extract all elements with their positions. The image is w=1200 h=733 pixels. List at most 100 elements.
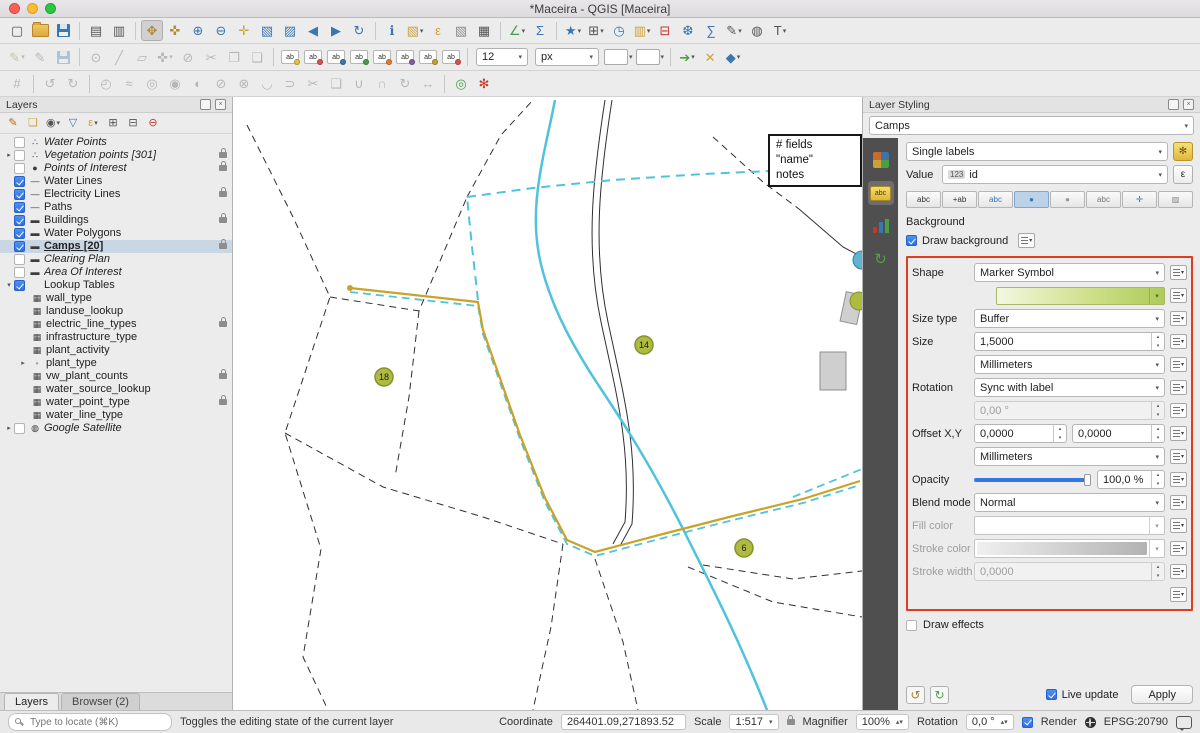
preview-data-defined-button[interactable]: ▾ bbox=[1170, 288, 1187, 303]
layer-labeling-options[interactable] bbox=[279, 47, 301, 68]
history-tab[interactable]: ↻ bbox=[868, 247, 894, 271]
locate-search[interactable] bbox=[8, 713, 172, 731]
layer-item-paths[interactable]: —Paths bbox=[0, 201, 232, 214]
select-by-expression[interactable]: ε bbox=[427, 20, 449, 41]
expand-all[interactable]: ⊞ bbox=[104, 115, 122, 132]
offset-x-y-y-spinbox[interactable]: 0,0000▴▾ bbox=[1072, 424, 1165, 443]
tab-buffer[interactable]: abc bbox=[978, 191, 1013, 208]
add-point-feature[interactable]: ⊙ bbox=[85, 47, 107, 68]
layer-visibility-checkbox[interactable] bbox=[14, 215, 25, 226]
zoom-out[interactable]: ⊖ bbox=[210, 20, 232, 41]
layer-item-electricity-lines[interactable]: —Electricity Lines bbox=[0, 188, 232, 201]
manage-map-themes[interactable]: ◉▾ bbox=[44, 115, 62, 132]
combo-data-defined-button[interactable]: ▾ bbox=[1170, 357, 1187, 372]
pan-to-selection[interactable]: ✜ bbox=[164, 20, 186, 41]
tab-text[interactable]: abc bbox=[906, 191, 941, 208]
enable-advanced-digitizing[interactable]: # bbox=[6, 73, 28, 94]
layer-visibility-checkbox[interactable] bbox=[14, 423, 25, 434]
shape-combo[interactable]: Marker Symbol▾ bbox=[974, 263, 1165, 282]
merge-features[interactable]: ∪ bbox=[348, 73, 370, 94]
close-window-button[interactable] bbox=[9, 3, 20, 14]
new-map-view[interactable]: ⊞▾ bbox=[585, 20, 607, 41]
split-features[interactable]: ✂ bbox=[302, 73, 324, 94]
remove-layer-group[interactable]: ⊖ bbox=[144, 115, 162, 132]
layer-item-landuse-lookup[interactable]: ▦landuse_lookup bbox=[0, 305, 232, 318]
blend-mode-data-defined-button[interactable]: ▾ bbox=[1170, 495, 1187, 510]
size-spinbox[interactable]: 1,5000▴▾ bbox=[974, 332, 1165, 351]
redo-style-button[interactable]: ↻ bbox=[930, 686, 949, 704]
layer-item-electric-line-types[interactable]: ▦electric_line_types bbox=[0, 318, 232, 331]
rotation-combo[interactable]: Sync with label▾ bbox=[974, 378, 1165, 397]
rotate-feature[interactable]: ◴ bbox=[95, 73, 117, 94]
expression-builder-button[interactable]: ε bbox=[1173, 165, 1193, 184]
remove-layer[interactable]: ⊟ bbox=[654, 20, 676, 41]
move-label-diagram[interactable] bbox=[394, 47, 416, 68]
panel-tab-layers[interactable]: Layers bbox=[4, 693, 59, 710]
spin-spinbox[interactable]: 0,00 °▴▾ bbox=[974, 401, 1165, 420]
size-type-combo[interactable]: Buffer▾ bbox=[974, 309, 1165, 328]
map-canvas[interactable]: 18146 # fields "name" notes bbox=[233, 97, 862, 710]
blend-mode-combo[interactable]: Normal▾ bbox=[974, 493, 1165, 512]
re​shape-features[interactable]: ⊃ bbox=[279, 73, 301, 94]
tab-callouts[interactable]: abc bbox=[1086, 191, 1121, 208]
highlight-labels[interactable] bbox=[325, 47, 347, 68]
show-hidden-labels[interactable] bbox=[371, 47, 393, 68]
font-units-combo[interactable]: px▾ bbox=[535, 48, 599, 66]
split-parts[interactable]: ❏ bbox=[325, 73, 347, 94]
data-source-manager[interactable]: ▥▾ bbox=[631, 20, 653, 41]
opacity-data-defined-button[interactable]: ▾ bbox=[1170, 472, 1187, 487]
scale-lock-icon[interactable] bbox=[787, 719, 795, 725]
float-panel-icon[interactable] bbox=[200, 99, 211, 110]
font-size-combo[interactable]: 12▾ bbox=[476, 48, 528, 66]
statistical-summary[interactable]: Σ bbox=[529, 20, 551, 41]
offset-x-y-data-defined-button[interactable]: ▾ bbox=[1170, 426, 1187, 441]
new-bookmark[interactable]: ★▾ bbox=[562, 20, 584, 41]
stroke-width-spinbox[interactable]: 0,0000▴▾ bbox=[974, 562, 1165, 581]
refresh-map[interactable]: ↻ bbox=[348, 20, 370, 41]
float-panel-icon[interactable] bbox=[1168, 99, 1179, 110]
collapse-all[interactable]: ⊟ bbox=[124, 115, 142, 132]
layer-item-water-line-type[interactable]: ▦water_line_type bbox=[0, 409, 232, 422]
cut-features[interactable]: ✂ bbox=[200, 47, 222, 68]
tab-formatting[interactable]: +ab bbox=[942, 191, 977, 208]
coordinate-value[interactable]: 264401.09,271893.52 bbox=[561, 714, 686, 730]
size-data-defined-button[interactable]: ▾ bbox=[1170, 334, 1187, 349]
close-panel-icon[interactable]: × bbox=[215, 99, 226, 110]
save-edits[interactable] bbox=[52, 47, 74, 68]
toggle-editing[interactable]: ✎ bbox=[29, 47, 51, 68]
layer-visibility-checkbox[interactable] bbox=[14, 267, 25, 278]
layer-item-area-of-interest[interactable]: ▬Area Of Interest bbox=[0, 266, 232, 279]
text-color-button[interactable]: ▾ bbox=[603, 47, 634, 68]
combo-combo[interactable]: Millimeters▾ bbox=[974, 447, 1165, 466]
layer-item-lookup-tables[interactable]: ▾Lookup Tables bbox=[0, 279, 232, 292]
temporal-controller[interactable]: ◷ bbox=[608, 20, 630, 41]
copy-features[interactable]: ❐ bbox=[223, 47, 245, 68]
trim-extend[interactable]: ↔ bbox=[417, 73, 439, 94]
delete-selected[interactable]: ⊘ bbox=[177, 47, 199, 68]
draw-effects-checkbox[interactable] bbox=[906, 620, 917, 631]
layer-item-water-polygons[interactable]: ▬Water Polygons bbox=[0, 227, 232, 240]
project-save[interactable] bbox=[52, 20, 74, 41]
undo-style-button[interactable]: ↺ bbox=[906, 686, 925, 704]
zoom-next[interactable]: ▶ bbox=[325, 20, 347, 41]
tab-background[interactable]: ● bbox=[1014, 191, 1049, 208]
merge-attributes[interactable]: ∩ bbox=[371, 73, 393, 94]
rotation-spinbox[interactable]: 0,0 ° ▴▾ bbox=[966, 714, 1014, 730]
panel-tab-browser-2[interactable]: Browser (2) bbox=[61, 693, 140, 710]
paste-features[interactable]: ❏ bbox=[246, 47, 268, 68]
label-arrow-tool[interactable]: ➔▾ bbox=[676, 47, 698, 68]
combo-data-defined-button[interactable]: ▾ bbox=[1170, 449, 1187, 464]
quickmap-services[interactable]: ✻ bbox=[473, 73, 495, 94]
fill-color-button[interactable]: ▾ bbox=[974, 516, 1165, 535]
measure[interactable]: ∠▾ bbox=[506, 20, 528, 41]
tab-shadow[interactable]: ● bbox=[1050, 191, 1085, 208]
layer-item-clearing-plan[interactable]: ▬Clearing Plan bbox=[0, 253, 232, 266]
layer-visibility-checkbox[interactable] bbox=[14, 163, 25, 174]
undo-edit[interactable]: ↺ bbox=[39, 73, 61, 94]
layer-item-google-satellite[interactable]: ▸◍Google Satellite bbox=[0, 422, 232, 435]
filter-legend[interactable]: ▽ bbox=[64, 115, 82, 132]
value-field-combo[interactable]: 123 id ▾ bbox=[942, 165, 1168, 184]
rotation-data-defined-button[interactable]: ▾ bbox=[1170, 380, 1187, 395]
map-tips[interactable]: ◍ bbox=[746, 20, 768, 41]
shape-data-defined-button[interactable]: ▾ bbox=[1170, 265, 1187, 280]
